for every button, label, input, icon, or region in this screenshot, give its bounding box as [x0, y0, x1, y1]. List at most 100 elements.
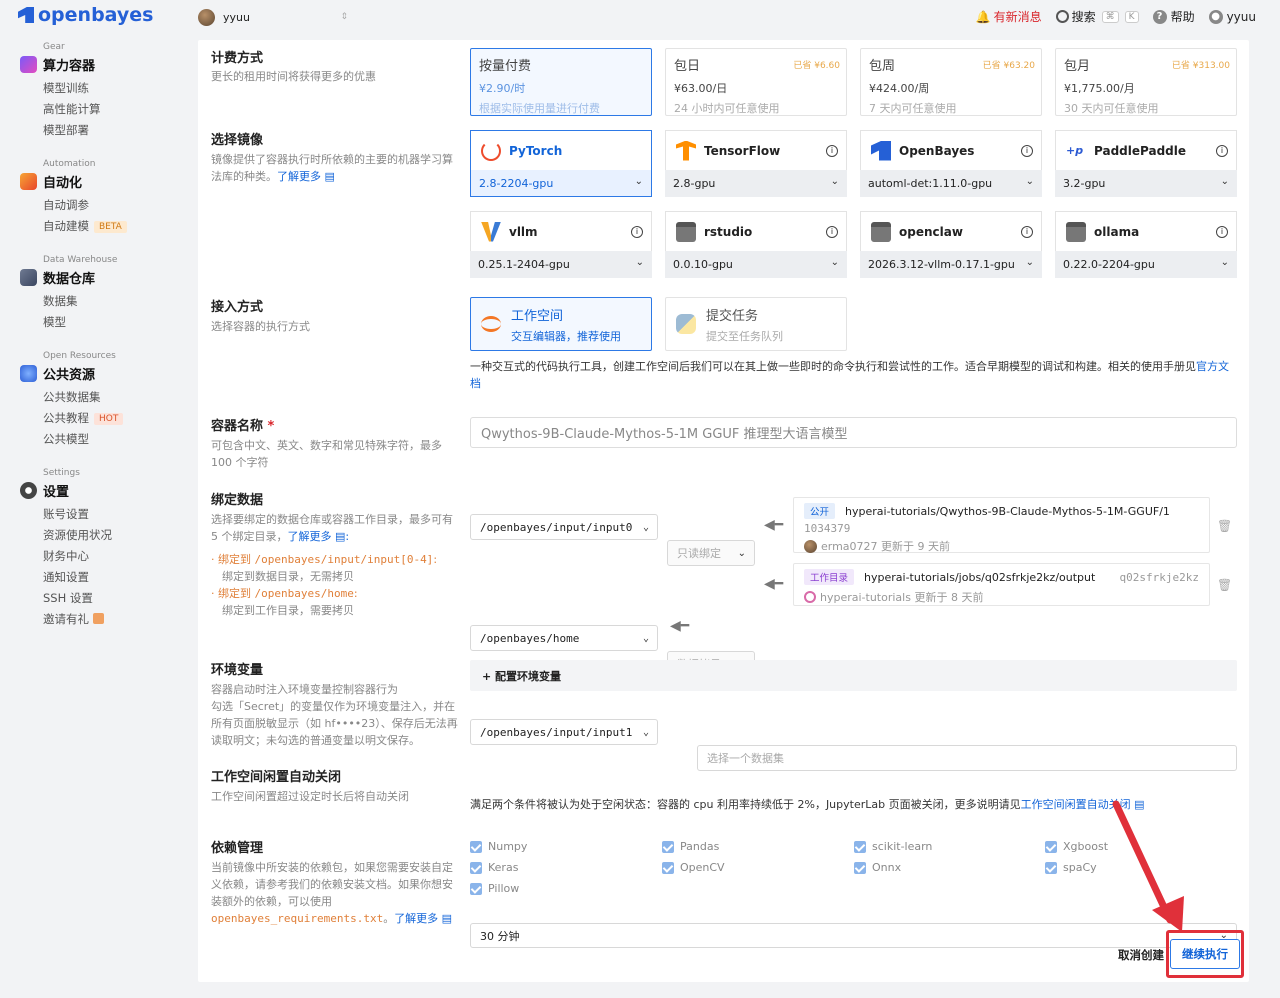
access-label: 接入方式 — [211, 300, 264, 315]
gift-icon — [92, 613, 104, 624]
image-version-select[interactable]: 2026.3.12-vllm-0.17.1-gpu ⌄ — [860, 251, 1042, 278]
sidebar-head-label: 自动化 — [43, 176, 83, 191]
sidebar-item-deploy[interactable]: 模型部署 — [43, 122, 89, 138]
sidebar-item-autotune[interactable]: 自动调参 — [43, 197, 89, 213]
bind-path-select[interactable]: /openbayes/input/input0 ⌄ — [470, 514, 658, 540]
configure-env-button[interactable]: + 配置环境变量 — [470, 660, 1237, 691]
image-version-select[interactable]: 2.8-2204-gpu ⌄ — [470, 170, 652, 197]
image-option-pytorch[interactable]: PyTorch 2.8-2204-gpu ⌄ — [470, 130, 652, 197]
sidebar-item-ssh[interactable]: SSH 设置 — [43, 590, 93, 606]
brand-logo[interactable]: openbayes — [18, 4, 153, 26]
org-switcher[interactable]: yyuu ⇕ — [198, 8, 348, 26]
deps-learn-more-link[interactable]: 了解更多 — [394, 912, 438, 925]
package-checkbox[interactable]: Onnx — [854, 861, 901, 874]
image-option-ollama[interactable]: ollama i 0.22.0-2204-gpu ⌄ — [1055, 211, 1237, 278]
image-option-vllm[interactable]: vllm i 0.25.1-2404-gpu ⌄ — [470, 211, 652, 278]
bound-dataset-card[interactable]: 公开 hyperai-tutorials/Qwythos-9B-Claude-My… — [793, 497, 1210, 553]
package-checkbox[interactable]: scikit-learn — [854, 840, 932, 853]
image-version-select[interactable]: automl-det:1.11.0-gpu ⌄ — [860, 170, 1042, 197]
openbayes-icon — [871, 140, 891, 161]
bound-workdir-card[interactable]: 工作目录 hyperai-tutorials/jobs/q02sfrkje2kz/… — [793, 563, 1210, 606]
image-label: 选择镜像 — [211, 133, 264, 148]
chevron-down-icon: ⌄ — [642, 726, 649, 738]
sidebar-caption-gear: Gear — [43, 42, 65, 52]
sidebar-item-models[interactable]: 模型 — [43, 314, 66, 330]
sidebar-head-warehouse[interactable]: 数据仓库 — [20, 268, 95, 287]
image-version-select[interactable]: 2.8-gpu ⌄ — [665, 170, 847, 197]
image-version-select[interactable]: 0.0.10-gpu ⌄ — [665, 251, 847, 278]
help-link[interactable]: ? 帮助 — [1152, 8, 1195, 25]
info-icon[interactable]: i — [1216, 144, 1228, 157]
package-checkbox[interactable]: Xgboost — [1045, 840, 1108, 853]
billing-option-monthly[interactable]: 包月 已省 ¥313.00 ¥1,775.00/月 30 天内可任意使用 — [1055, 48, 1237, 116]
image-version-select[interactable]: 0.25.1-2404-gpu ⌄ — [470, 251, 652, 278]
bind-mode-value: 只读绑定 — [677, 547, 721, 560]
sidebar-head-automation[interactable]: 自动化 — [20, 172, 82, 191]
messages-link[interactable]: 🔔 有新消息 — [976, 8, 1042, 25]
sidebar-item-public-models[interactable]: 公共模型 — [43, 431, 89, 447]
access-option-workspace[interactable]: 工作空间 交互编辑器，推荐使用 — [470, 297, 652, 351]
globe-icon — [20, 365, 37, 382]
info-icon[interactable]: i — [631, 225, 643, 238]
bind-mode-select[interactable]: 只读绑定 ⌄ — [667, 540, 755, 566]
idle-note: 满足两个条件将被认为处于空闲状态：容器的 cpu 利用率持续低于 2%，Jupy… — [470, 796, 1145, 812]
package-checkbox[interactable]: Numpy — [470, 840, 527, 853]
workdir-tag: 工作目录 — [804, 569, 855, 585]
sidebar-head-open[interactable]: 公共资源 — [20, 364, 95, 383]
sidebar-item-usage[interactable]: 资源使用状况 — [43, 527, 112, 543]
billing-option-daily[interactable]: 包日 已省 ¥6.60 ¥63.00/日 24 小时内可任意使用 — [665, 48, 847, 116]
chevron-down-icon: ⌄ — [1025, 176, 1034, 187]
sidebar-head-settings[interactable]: 设置 — [20, 481, 69, 500]
sidebar-item-finance[interactable]: 财务中心 — [43, 548, 89, 564]
image-version-select[interactable]: 0.22.0-2204-gpu ⌄ — [1055, 251, 1237, 278]
vllm-icon — [481, 221, 501, 242]
sidebar-item-public-datasets[interactable]: 公共数据集 — [43, 389, 101, 405]
trash-icon[interactable]: 🗑 — [1217, 578, 1232, 592]
bind-path-select[interactable]: /openbayes/input/input1 ⌄ — [470, 719, 658, 745]
account-menu[interactable]: ● yyuu — [1208, 9, 1256, 24]
access-option-job[interactable]: 提交任务 提交至任务队列 — [665, 297, 847, 351]
sidebar-head-gear[interactable]: 算力容器 — [20, 55, 95, 74]
sidebar-item-public-tutorials[interactable]: 公共教程 HOT — [43, 410, 124, 426]
org-avatar-icon — [804, 591, 816, 603]
sidebar-item-datasets[interactable]: 数据集 — [43, 293, 78, 309]
package-checkbox[interactable]: Pillow — [470, 882, 519, 895]
search-button[interactable]: 搜索 ⌘ K — [1055, 8, 1139, 25]
billing-option-weekly[interactable]: 包周 已省 ¥63.20 ¥424.00/周 7 天内可任意使用 — [860, 48, 1042, 116]
sidebar-head-label: 公共资源 — [43, 368, 96, 383]
package-checkbox[interactable]: OpenCV — [662, 861, 725, 874]
sidebar-item-account[interactable]: 账号设置 — [43, 506, 89, 522]
package-checkbox[interactable]: Pandas — [662, 840, 719, 853]
container-name-input[interactable]: Qwythos-9B-Claude-Mythos-5-1M GGUF 推理型大语… — [470, 417, 1237, 448]
sidebar-item-notify[interactable]: 通知设置 — [43, 569, 89, 585]
info-icon[interactable]: i — [826, 225, 838, 238]
info-icon[interactable]: i — [826, 144, 838, 157]
sidebar-item-training[interactable]: 模型训练 — [43, 80, 89, 96]
trash-icon[interactable]: 🗑 — [1217, 519, 1232, 533]
binding-learn-more-link[interactable]: 了解更多 — [288, 530, 332, 543]
image-option-paddle[interactable]: +p PaddlePaddle i 3.2-gpu ⌄ — [1055, 130, 1237, 197]
image-learn-more-link[interactable]: 了解更多 — [277, 170, 321, 183]
messages-label: 有新消息 — [993, 10, 1042, 24]
python-icon — [676, 314, 696, 334]
package-checkbox[interactable]: Keras — [470, 861, 518, 874]
sidebar-item-invite[interactable]: 邀请有礼 — [43, 611, 104, 627]
image-version-select[interactable]: 3.2-gpu ⌄ — [1055, 170, 1237, 197]
database-icon — [20, 269, 37, 286]
dataset-picker[interactable]: 选择一个数据集 — [697, 745, 1237, 771]
sidebar-caption-open: Open Resources — [43, 351, 116, 361]
info-icon[interactable]: i — [1216, 225, 1228, 238]
image-option-tensorflow[interactable]: TensorFlow i 2.8-gpu ⌄ — [665, 130, 847, 197]
image-option-openclaw[interactable]: openclaw i 2026.3.12-vllm-0.17.1-gpu ⌄ — [860, 211, 1042, 278]
bind-path-select[interactable]: /openbayes/home ⌄ — [470, 625, 658, 651]
sidebar-item-automl[interactable]: 自动建模 BETA — [43, 218, 127, 234]
info-icon[interactable]: i — [1021, 144, 1033, 157]
sidebar-item-hpc[interactable]: 高性能计算 — [43, 101, 101, 117]
billing-option-hourly[interactable]: 按量付费 ¥2.90/时 根据实际使用量进行付费 — [470, 48, 652, 116]
image-option-rstudio[interactable]: rstudio i 0.0.10-gpu ⌄ — [665, 211, 847, 278]
image-option-openbayes[interactable]: OpenBayes i automl-det:1.11.0-gpu ⌄ — [860, 130, 1042, 197]
info-icon[interactable]: i — [1021, 225, 1033, 238]
package-checkbox[interactable]: spaCy — [1045, 861, 1097, 874]
cube-icon — [20, 56, 37, 73]
cancel-button[interactable]: 取消创建 — [1118, 947, 1164, 963]
